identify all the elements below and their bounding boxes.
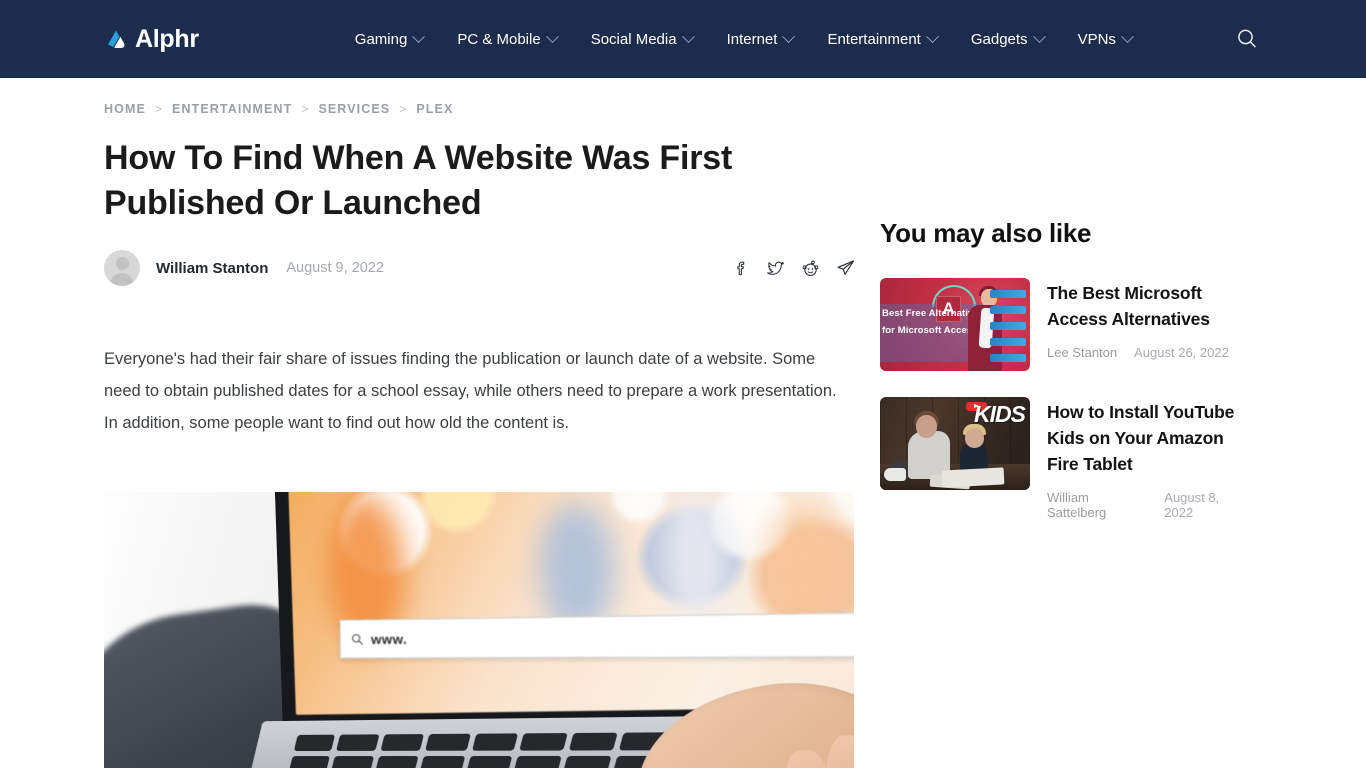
chevron-down-icon [782, 29, 796, 43]
nav-item-label: Social Media [590, 30, 677, 48]
chevron-down-icon [412, 29, 426, 43]
alphr-logo-icon [104, 27, 128, 51]
nav-item-label: PC & Mobile [457, 30, 541, 48]
list-item[interactable]: A Best Free Alternatives for Microsoft A… [880, 278, 1248, 371]
chevron-down-icon [681, 29, 695, 43]
breadcrumb-item-plex[interactable]: PLEX [416, 102, 453, 116]
nav-item-vpns[interactable]: VPNs [1061, 29, 1149, 48]
list-item[interactable]: KIDS How to Install YouTube Kids on Your… [880, 397, 1248, 520]
chevron-down-icon [1121, 29, 1134, 43]
avatar [104, 250, 140, 286]
share-buttons [732, 258, 856, 278]
site-logo[interactable]: Alphr [104, 25, 199, 54]
article-hero-image: www. [104, 492, 854, 768]
breadcrumb-item-services[interactable]: SERVICES [318, 102, 390, 116]
nav-item-label: Internet [726, 30, 778, 48]
microsoft-access-alternatives-thumbnail: A Best Free Alternatives for Microsoft A… [880, 278, 1030, 371]
nav-item-internet[interactable]: Internet [710, 29, 811, 48]
related-article-meta: William Sattelberg August 8, 2022 [1047, 490, 1248, 520]
related-article-author: William Sattelberg [1047, 490, 1107, 520]
sidebar-heading: You may also like [880, 218, 1132, 252]
related-article-meta: Lee Stanton August 26, 2022 [1047, 345, 1248, 360]
sidebar-heading-text: You may also like [880, 218, 1092, 248]
article-author[interactable]: William Stanton [156, 260, 268, 277]
breadcrumb-separator: > [399, 102, 408, 116]
site-logo-text: Alphr [135, 24, 199, 53]
related-article-title[interactable]: The Best Microsoft Access Alternatives [1047, 280, 1248, 332]
twitter-icon[interactable] [766, 259, 785, 278]
breadcrumb-separator: > [301, 102, 310, 116]
nav-item-gadgets[interactable]: Gadgets [954, 29, 1061, 48]
nav-item-entertainment[interactable]: Entertainment [810, 29, 953, 48]
browser-url-bar: www. [339, 611, 854, 660]
laptop-illustration: www. [240, 492, 854, 768]
breadcrumb: HOME > ENTERTAINMENT > SERVICES > PLEX [104, 102, 856, 116]
youtube-kids-fire-tablet-thumbnail: KIDS [880, 397, 1030, 490]
nav-item-label: VPNs [1077, 30, 1116, 48]
related-article-title[interactable]: How to Install YouTube Kids on Your Amaz… [1047, 399, 1248, 477]
nav-item-pc-mobile[interactable]: PC & Mobile [440, 29, 573, 48]
search-button[interactable] [1232, 24, 1262, 54]
laptop-screen: www. [288, 492, 854, 715]
related-article-author: Lee Stanton [1047, 345, 1118, 360]
main-navigation: Gaming PC & Mobile Social Media Internet… [338, 29, 1149, 48]
related-article-date: August 26, 2022 [1134, 345, 1229, 360]
site-header: Alphr Gaming PC & Mobile Social Media In… [0, 0, 1366, 78]
related-articles-list: A Best Free Alternatives for Microsoft A… [880, 278, 1248, 520]
related-article-date: August 8, 2022 [1164, 490, 1220, 520]
article-column: HOME > ENTERTAINMENT > SERVICES > PLEX H… [104, 78, 856, 768]
nav-item-gaming[interactable]: Gaming [338, 29, 441, 48]
breadcrumb-separator: > [154, 102, 164, 116]
chevron-down-icon [925, 29, 939, 43]
page-title: How To Find When A Website Was First Pub… [104, 139, 733, 222]
search-icon [1238, 29, 1256, 48]
thumbnail-overlay-text: KIDS [974, 401, 1026, 427]
search-icon [351, 633, 364, 646]
chevron-down-icon [1032, 29, 1046, 43]
related-article-body: How to Install YouTube Kids on Your Amaz… [1047, 397, 1248, 520]
breadcrumb-item-home[interactable]: HOME [104, 102, 146, 116]
sidebar: You may also like A Best Free Alternativ… [856, 78, 1248, 768]
article-lede: Everyone's had their fair share of issue… [104, 350, 837, 432]
nav-item-social-media[interactable]: Social Media [574, 29, 710, 48]
article-date: August 9, 2022 [286, 260, 384, 276]
page-body: HOME > ENTERTAINMENT > SERVICES > PLEX H… [0, 78, 1366, 768]
nav-item-label: Gadgets [970, 30, 1028, 48]
facebook-icon[interactable] [732, 259, 750, 277]
related-article-body: The Best Microsoft Access Alternatives L… [1047, 278, 1248, 371]
nav-item-label: Gaming [354, 30, 408, 48]
article-meta: William Stanton August 9, 2022 [104, 248, 856, 288]
reddit-icon[interactable] [801, 259, 820, 278]
breadcrumb-item-entertainment[interactable]: ENTERTAINMENT [172, 102, 292, 116]
chevron-down-icon [545, 29, 559, 43]
browser-url-text: www. [371, 631, 408, 647]
nav-item-label: Entertainment [827, 30, 921, 48]
telegram-icon[interactable] [836, 258, 856, 278]
